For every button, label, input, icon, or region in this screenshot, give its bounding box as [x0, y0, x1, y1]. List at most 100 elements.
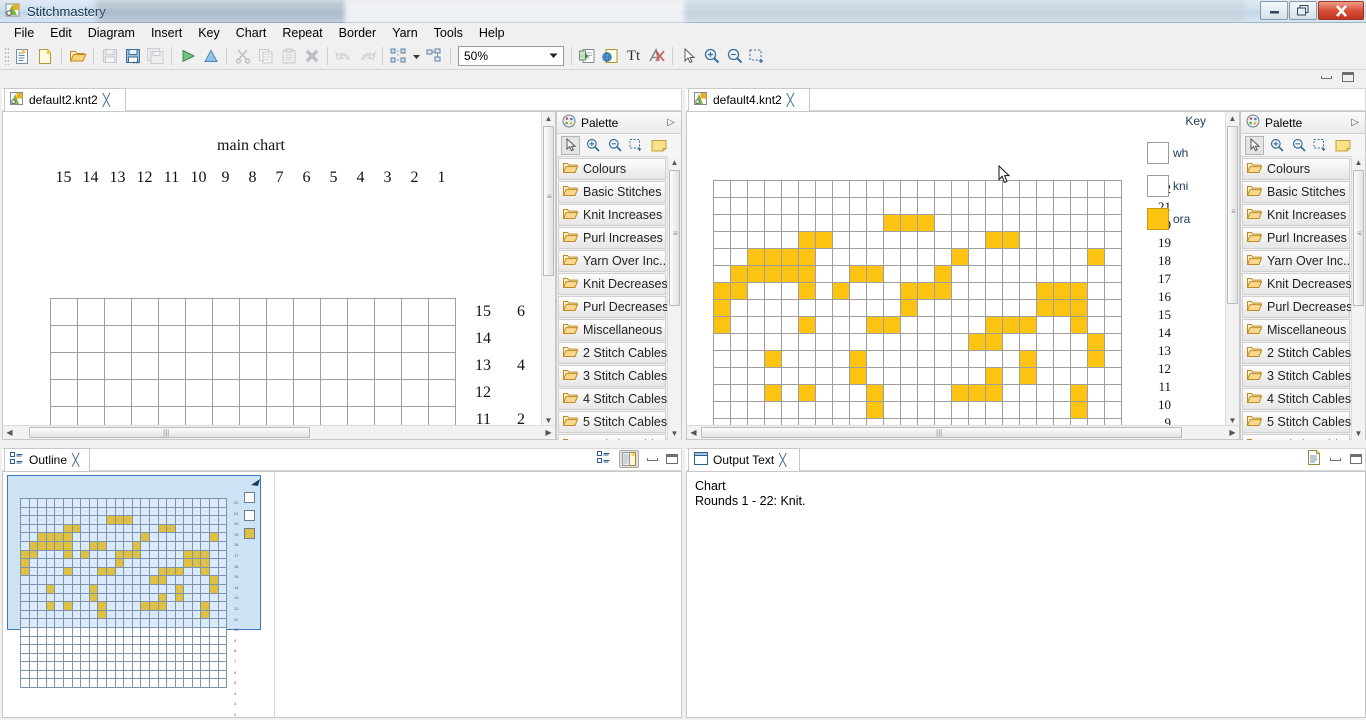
thumbnail-view-icon[interactable]	[619, 450, 639, 468]
right-grid-row[interactable]	[714, 249, 1122, 266]
right-grid-cell[interactable]	[1105, 300, 1122, 317]
zoom-in-icon[interactable]	[1267, 136, 1286, 155]
right-grid-cell[interactable]	[782, 300, 799, 317]
output-minimize-icon[interactable]	[1330, 458, 1341, 461]
right-grid-cell-filled[interactable]	[765, 249, 782, 266]
right-grid-row[interactable]	[714, 198, 1122, 215]
right-grid-cell[interactable]	[748, 385, 765, 402]
right-grid-cell-filled[interactable]	[816, 232, 833, 249]
right-grid-cell[interactable]	[731, 181, 748, 198]
right-grid-cell-filled[interactable]	[1071, 385, 1088, 402]
right-grid-cell-filled[interactable]	[731, 266, 748, 283]
right-grid-cell[interactable]	[986, 283, 1003, 300]
right-grid-cell[interactable]	[1037, 317, 1054, 334]
right-grid-cell[interactable]	[714, 198, 731, 215]
right-grid-cell[interactable]	[748, 402, 765, 419]
right-grid-cell[interactable]	[986, 300, 1003, 317]
left-grid-cell[interactable]	[132, 326, 159, 353]
right-grid-cell[interactable]	[1054, 317, 1071, 334]
right-palette-item-3-stitch-cables[interactable]: 3 Stitch Cables	[1242, 365, 1350, 387]
right-grid-cell[interactable]	[1105, 266, 1122, 283]
right-grid-cell-filled[interactable]	[935, 266, 952, 283]
right-grid-cell[interactable]	[1088, 198, 1105, 215]
right-grid-cell[interactable]	[782, 198, 799, 215]
right-grid-cell[interactable]	[867, 351, 884, 368]
left-grid-cell[interactable]	[348, 326, 375, 353]
outline-tabbar[interactable]: Outline ╳	[2, 448, 682, 472]
right-grid-cell[interactable]	[1037, 266, 1054, 283]
right-grid-cell[interactable]	[884, 385, 901, 402]
right-grid-cell[interactable]	[731, 300, 748, 317]
right-grid-row[interactable]	[714, 232, 1122, 249]
right-grid-cell-filled[interactable]	[782, 249, 799, 266]
right-grid-cell[interactable]	[1020, 266, 1037, 283]
left-palette-item-4-stitch-cables[interactable]: 4 Stitch Cables	[558, 388, 666, 410]
right-grid-cell[interactable]	[799, 215, 816, 232]
right-grid-cell-filled[interactable]	[1020, 351, 1037, 368]
left-palette-item-knit-increases[interactable]: Knit Increases	[558, 204, 666, 226]
output-body[interactable]: ChartRounds 1 - 22: Knit.	[686, 471, 1366, 718]
left-palette[interactable]: Palette ▷ ColoursBas	[556, 111, 682, 440]
right-grid-cell[interactable]	[867, 181, 884, 198]
right-grid-cell[interactable]	[731, 232, 748, 249]
right-grid-cell-filled[interactable]	[1020, 317, 1037, 334]
right-grid-cell[interactable]	[765, 300, 782, 317]
right-grid-cell[interactable]	[765, 215, 782, 232]
key-entry[interactable]: wh	[1147, 142, 1209, 164]
right-grid-cell[interactable]	[918, 300, 935, 317]
right-grid-cell[interactable]	[867, 198, 884, 215]
left-chart-grid[interactable]	[50, 298, 456, 440]
scroll-up-arrow-icon[interactable]: ▲	[1352, 156, 1365, 169]
left-palette-item-purl-decreases[interactable]: Purl Decreases	[558, 296, 666, 318]
right-grid-cell[interactable]	[952, 402, 969, 419]
right-grid-cell[interactable]	[884, 232, 901, 249]
right-grid-cell[interactable]	[833, 181, 850, 198]
right-grid-cell[interactable]	[1037, 385, 1054, 402]
cursor-arrow-icon[interactable]	[677, 45, 700, 68]
tab-output-text[interactable]: Output Text ╳	[688, 448, 800, 472]
right-grid-cell[interactable]	[816, 198, 833, 215]
right-grid-cell[interactable]	[714, 232, 731, 249]
right-grid-cell[interactable]	[731, 249, 748, 266]
zoom-in-icon[interactable]	[700, 45, 723, 68]
right-grid-cell[interactable]	[986, 266, 1003, 283]
right-grid-cell[interactable]	[1071, 334, 1088, 351]
right-grid-cell[interactable]	[816, 249, 833, 266]
left-grid-cell[interactable]	[402, 299, 429, 326]
right-grid-cell[interactable]	[765, 317, 782, 334]
right-grid-cell-filled[interactable]	[1054, 300, 1071, 317]
new-document-icon[interactable]	[11, 45, 34, 68]
right-grid-cell[interactable]	[1054, 385, 1071, 402]
right-grid-cell-filled[interactable]	[748, 249, 765, 266]
right-grid-cell[interactable]	[1071, 181, 1088, 198]
right-grid-cell-filled[interactable]	[986, 368, 1003, 385]
right-grid-cell[interactable]	[918, 334, 935, 351]
right-grid-cell[interactable]	[833, 266, 850, 283]
right-grid-table[interactable]	[713, 180, 1122, 436]
close-icon[interactable]: ╳	[103, 93, 110, 107]
right-grid-cell[interactable]	[1105, 198, 1122, 215]
scroll-left-arrow-icon[interactable]: ◀	[3, 426, 16, 439]
right-grid-cell-filled[interactable]	[748, 266, 765, 283]
right-grid-cell[interactable]	[850, 181, 867, 198]
right-grid-cell[interactable]	[731, 317, 748, 334]
left-grid-cell[interactable]	[213, 299, 240, 326]
right-grid-cell[interactable]	[1020, 181, 1037, 198]
left-palette-item-purl-increases[interactable]: Purl Increases	[558, 227, 666, 249]
right-grid-cell[interactable]	[1054, 181, 1071, 198]
right-grid-cell[interactable]	[867, 283, 884, 300]
right-grid-cell[interactable]	[1105, 232, 1122, 249]
left-grid-cell[interactable]	[186, 353, 213, 380]
right-grid-cell[interactable]	[765, 334, 782, 351]
right-grid-cell[interactable]	[952, 351, 969, 368]
right-grid-cell[interactable]	[1088, 385, 1105, 402]
right-grid-cell[interactable]	[867, 249, 884, 266]
scroll-left-arrow-icon[interactable]: ◀	[687, 426, 700, 439]
zoom-out-icon[interactable]	[723, 45, 746, 68]
right-grid-cell[interactable]	[884, 266, 901, 283]
right-grid-cell-filled[interactable]	[867, 402, 884, 419]
left-grid-cell[interactable]	[213, 353, 240, 380]
play-up-icon[interactable]	[199, 45, 222, 68]
left-palette-list[interactable]: ColoursBasic StitchesKnit IncreasesPurl …	[557, 158, 667, 440]
left-editor-vscrollbar[interactable]: ▲ ≡ ▼	[541, 112, 555, 427]
